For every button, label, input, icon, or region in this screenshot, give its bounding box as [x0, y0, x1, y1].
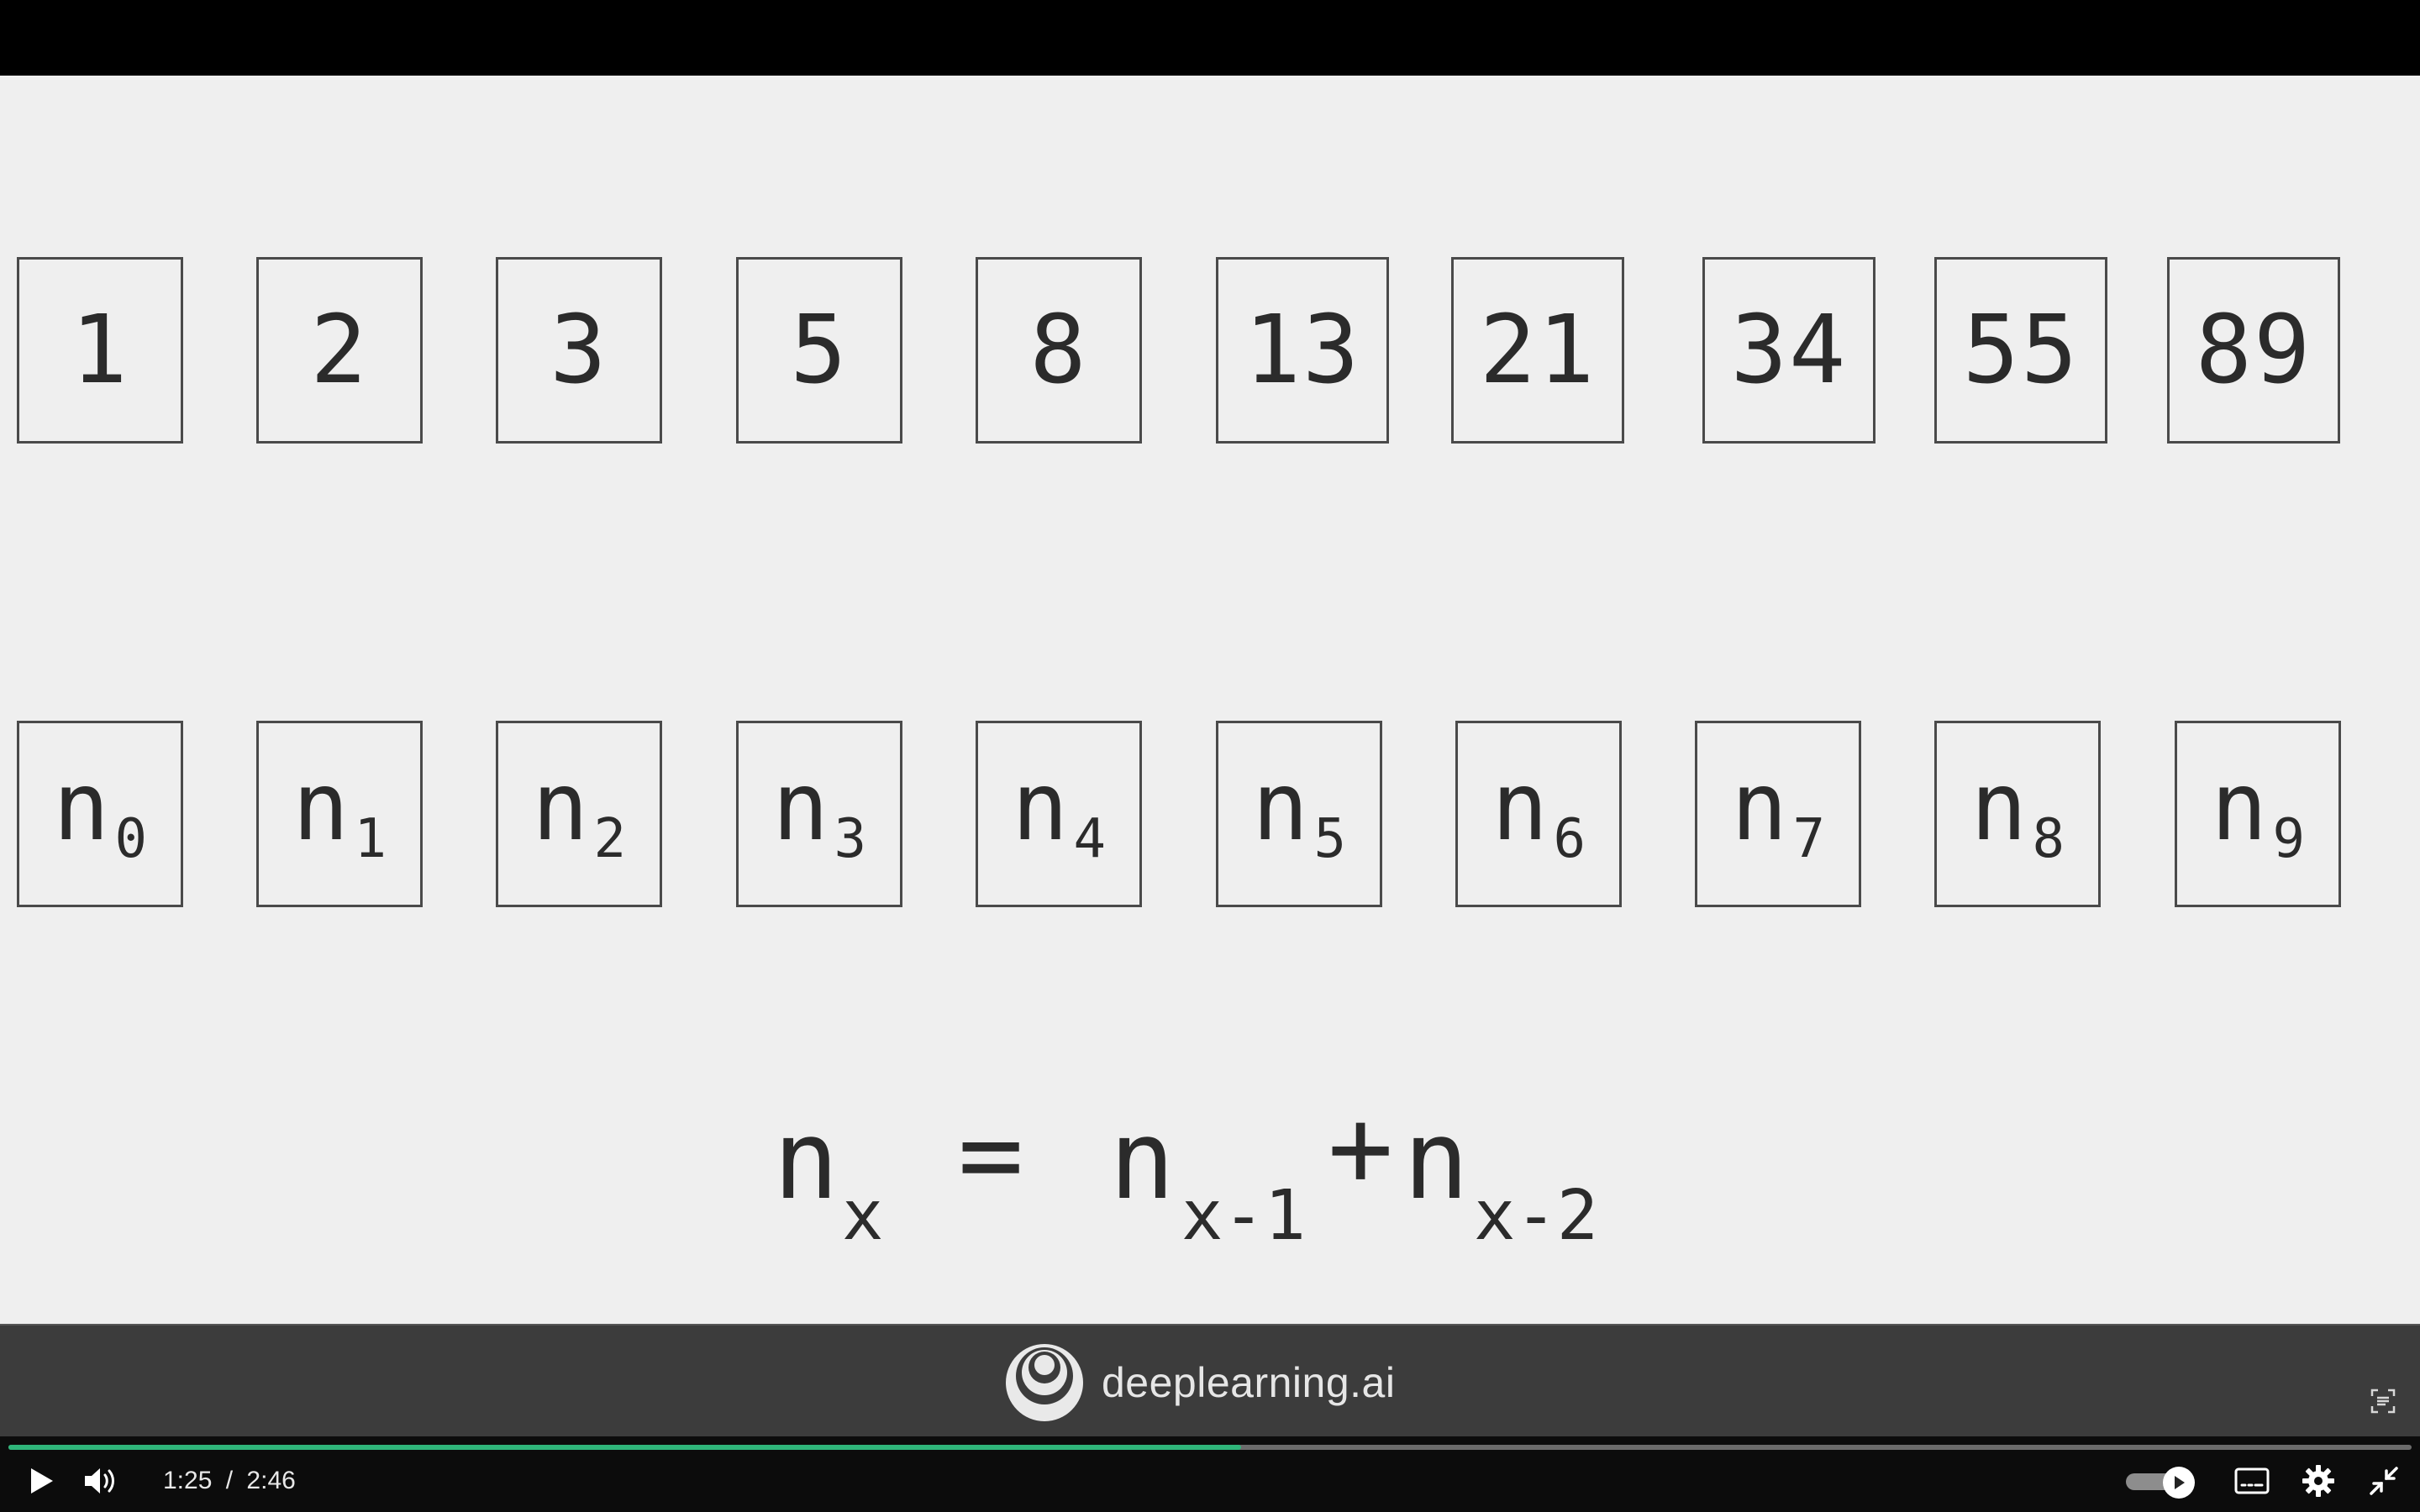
value-box: 8: [976, 257, 1142, 444]
video-controls: 1:25 / 2:46: [0, 1436, 2420, 1512]
value-box: 13: [1216, 257, 1389, 444]
value-text: 55: [1962, 296, 2080, 405]
capture-button[interactable]: [2363, 1384, 2403, 1418]
variable-box: n9: [2175, 721, 2341, 907]
variable-base: n: [1491, 753, 1549, 862]
variable-base: n: [1970, 753, 2028, 862]
settings-icon: [2302, 1465, 2334, 1497]
value-text: 8: [1029, 296, 1088, 405]
variable-box: n7: [1695, 721, 1861, 907]
variable-subscript: 6: [1553, 808, 1586, 870]
variable-box: n6: [1455, 721, 1622, 907]
current-time: 1:25: [163, 1467, 213, 1494]
value-text: 21: [1479, 296, 1597, 405]
variable-box: n1: [256, 721, 423, 907]
value-text: 3: [550, 296, 608, 405]
value-text: 5: [790, 296, 849, 405]
value-box: 3: [496, 257, 662, 444]
time-separator: /: [225, 1467, 234, 1494]
variable-subscript: 7: [1792, 808, 1825, 870]
variable-box: n0: [17, 721, 183, 907]
variable-base: n: [2211, 753, 2268, 862]
value-text: 89: [2195, 296, 2312, 405]
variable-subscript: 8: [2032, 808, 2065, 870]
formula-term-1: n: [1109, 1096, 1176, 1224]
value-box: 1: [17, 257, 183, 444]
value-text: 1: [71, 296, 129, 405]
exit-fullscreen-button[interactable]: [2365, 1462, 2403, 1500]
variable-base: n: [292, 753, 350, 862]
value-box: 21: [1451, 257, 1624, 444]
brand-name: deeplearning.ai: [1102, 1359, 1396, 1406]
autoplay-toggle[interactable]: [2126, 1467, 2195, 1499]
variable-box: n3: [736, 721, 902, 907]
formula-term-1-subscript: x-1: [1181, 1176, 1307, 1256]
brand-logo: deeplearning.ai: [1004, 1342, 1395, 1423]
variable-subscript: 2: [593, 808, 626, 870]
captions-button[interactable]: [2232, 1463, 2272, 1499]
variable-box: n4: [976, 721, 1142, 907]
capture-icon: [2370, 1389, 2396, 1414]
time-display: 1:25 / 2:46: [160, 1467, 299, 1495]
value-text: 34: [1730, 296, 1848, 405]
branding-bar: deeplearning.ai: [0, 1324, 2420, 1438]
variable-base: n: [53, 753, 110, 862]
recurrence-formula: n x = n x-1 + n x-2: [773, 1050, 1739, 1302]
formula-equals: =: [958, 1090, 1024, 1218]
variable-box: n8: [1934, 721, 2101, 907]
variable-subscript: 3: [834, 808, 866, 870]
variable-box: n2: [496, 721, 662, 907]
variable-base: n: [1012, 753, 1069, 862]
settings-button[interactable]: [2299, 1462, 2338, 1500]
play-button[interactable]: [22, 1462, 60, 1500]
volume-icon: [85, 1468, 114, 1494]
value-box: 2: [256, 257, 423, 444]
formula-term-2: n: [1403, 1096, 1470, 1224]
exit-fullscreen-icon: [2370, 1467, 2398, 1495]
variable-base: n: [532, 753, 589, 862]
variable-box: n5: [1216, 721, 1382, 907]
captions-icon: [2234, 1467, 2270, 1494]
formula-lhs-subscript: x: [842, 1176, 884, 1256]
value-text: 2: [310, 296, 369, 405]
variable-base: n: [1731, 753, 1788, 862]
value-box: 89: [2167, 257, 2340, 444]
toggle-play-icon: [2175, 1476, 2185, 1489]
play-icon: [31, 1468, 53, 1494]
variable-subscript: 1: [354, 808, 387, 870]
variable-subscript: 0: [114, 808, 147, 870]
value-box: 55: [1934, 257, 2107, 444]
formula-plus: +: [1328, 1084, 1394, 1211]
value-box: 34: [1702, 257, 1876, 444]
value-text: 13: [1244, 296, 1361, 405]
variable-base: n: [1252, 753, 1309, 862]
formula-lhs: n: [773, 1096, 839, 1224]
variable-base: n: [772, 753, 829, 862]
progress-fill: [8, 1445, 1242, 1450]
variable-subscript: 5: [1313, 808, 1346, 870]
variable-subscript: 9: [2272, 808, 2305, 870]
progress-bar[interactable]: [8, 1445, 2412, 1450]
deeplearning-logo-icon: [1006, 1344, 1083, 1421]
toggle-knob: [2163, 1467, 2195, 1499]
volume-button[interactable]: [79, 1462, 123, 1500]
formula-term-2-subscript: x-2: [1474, 1176, 1599, 1256]
duration: 2:46: [246, 1467, 296, 1494]
value-box: 5: [736, 257, 902, 444]
variable-subscript: 4: [1073, 808, 1106, 870]
